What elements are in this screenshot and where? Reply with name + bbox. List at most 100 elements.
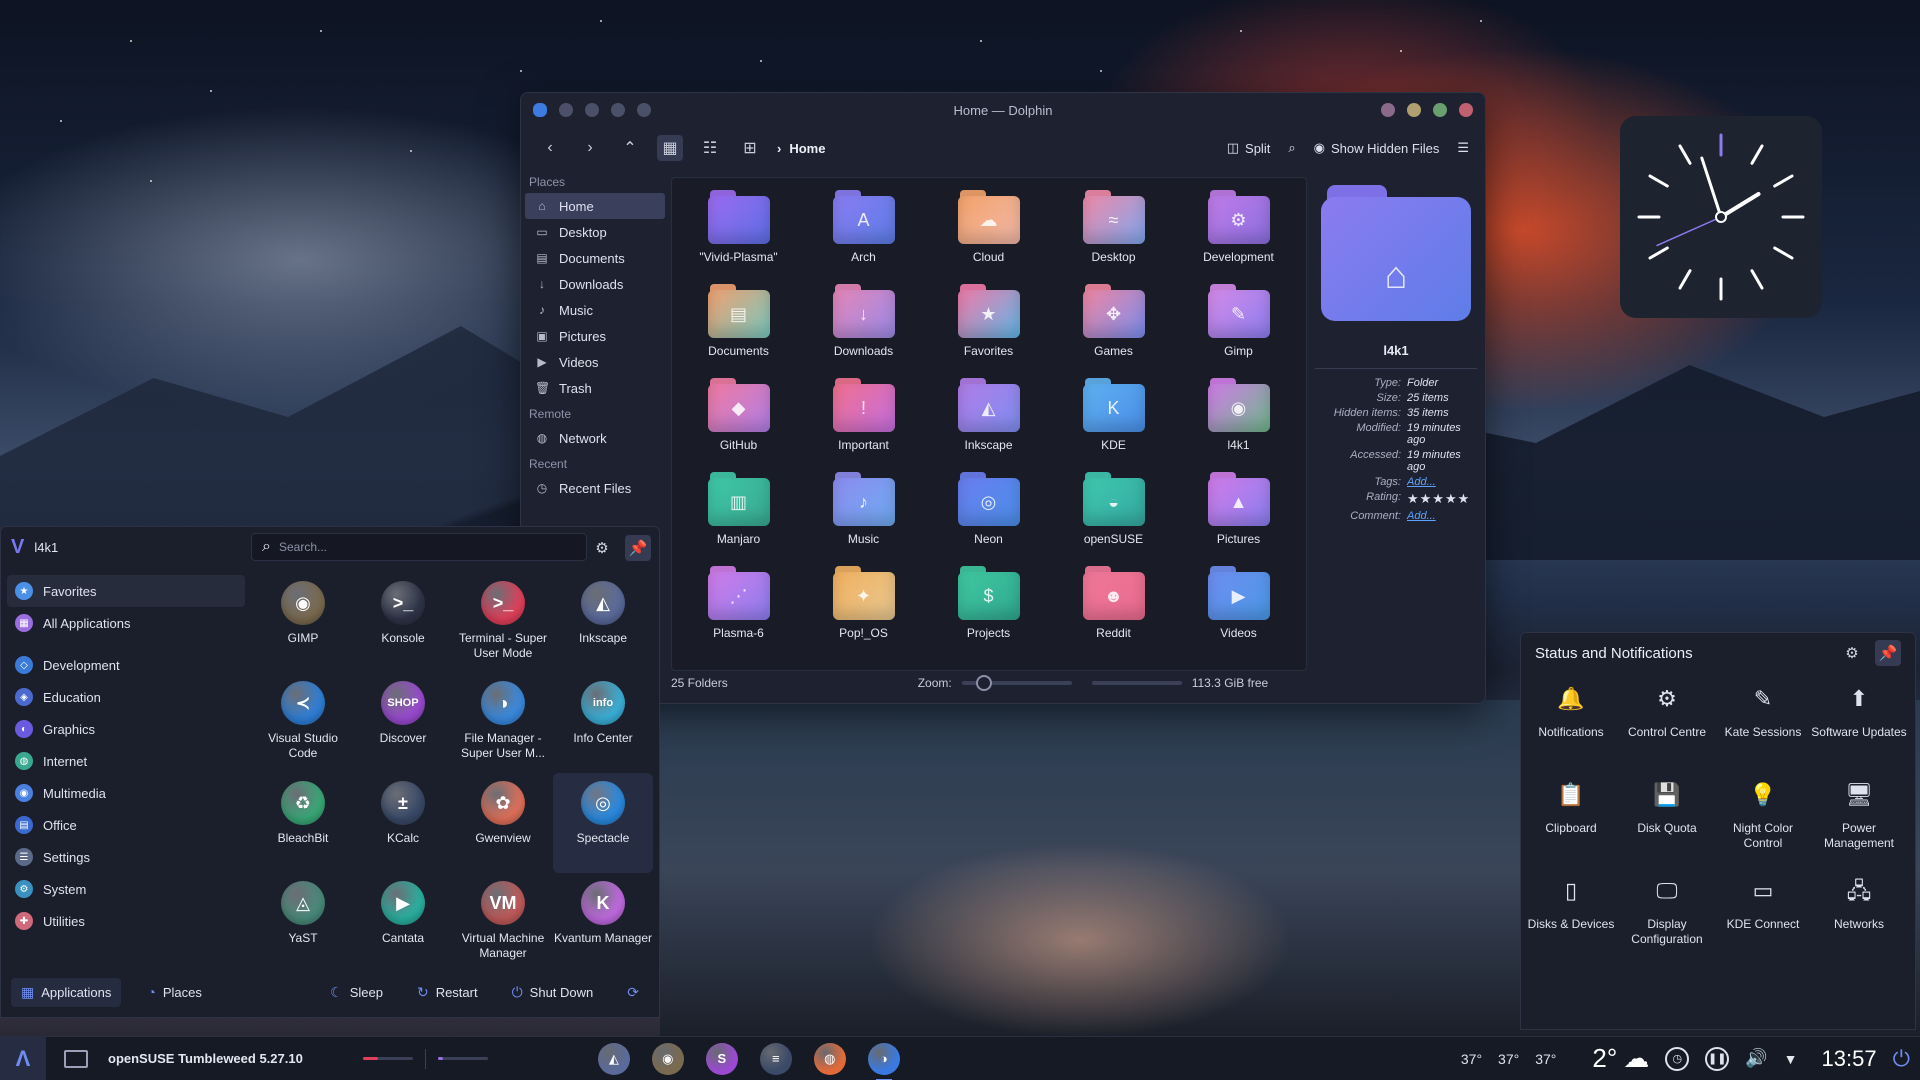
zoom-slider[interactable] [961,675,1072,691]
pin-icon[interactable]: 📌 [1875,640,1901,666]
folder-item[interactable]: K KDE [1051,378,1176,472]
tile-kate-sessions[interactable]: ✎ Kate Sessions [1715,683,1811,779]
folder-item[interactable]: ✥ Games [1051,284,1176,378]
details-view-icon[interactable]: ⊞ [737,135,763,161]
folder-item[interactable]: ▥ Manjaro [676,472,801,566]
hamburger-menu-icon[interactable]: ☰ [1457,140,1469,156]
place-trash[interactable]: 🗑 Trash [525,375,665,401]
category-multimedia[interactable]: ◉ Multimedia [7,777,245,809]
folder-item[interactable]: ◆ GitHub [676,378,801,472]
launcher-button-icon[interactable]: Ʌ [0,1036,46,1080]
file-view[interactable]: "Vivid-Plasma" A Arch ☁ Cloud ≈ Desktop ⚙ Develo… [671,177,1307,671]
app-discover[interactable]: SHOP Discover [353,673,453,773]
task-firefox-icon[interactable]: ◍ [813,1042,846,1075]
app-gimp[interactable]: ◉ GIMP [253,573,353,673]
place-home[interactable]: ⌂ Home [525,193,665,219]
close-button[interactable] [1459,103,1473,117]
compact-view-icon[interactable]: ☷ [697,135,723,161]
folder-item[interactable]: ♪ Music [801,472,926,566]
category-system[interactable]: ⚙ System [7,873,245,905]
tile-night-color-control[interactable]: 💡 Night Color Control [1715,779,1811,875]
add-link[interactable]: Add... [1407,510,1477,522]
shutdown-button[interactable]: ⏻ Shut Down [502,978,604,1007]
breadcrumb-home[interactable]: Home [789,141,825,156]
category-utilities[interactable]: ✚ Utilities [7,905,245,937]
app-cantata[interactable]: ▶ Cantata [353,873,453,973]
minimize-button[interactable] [1407,103,1421,117]
category-office[interactable]: ▤ Office [7,809,245,841]
folder-item[interactable]: ☁ Cloud [926,190,1051,284]
folder-item[interactable]: ⋰ Plasma-6 [676,566,801,660]
app-bleachbit[interactable]: ♻ BleachBit [253,773,353,873]
forward-icon[interactable]: › [577,135,603,161]
folder-item[interactable]: ◎ Neon [926,472,1051,566]
task-inkscape-icon[interactable]: ◭ [597,1042,630,1075]
add-link[interactable]: Add... [1407,476,1477,488]
tile-networks[interactable]: 🖧 Networks [1811,875,1907,971]
window-dot-3[interactable] [611,103,625,117]
app-gwenview[interactable]: ✿ Gwenview [453,773,553,873]
timer-icon[interactable]: ◷ [1665,1046,1690,1071]
show-hidden-button[interactable]: ◉ Show Hidden Files [1314,140,1440,156]
folder-item[interactable]: ✎ Gimp [1176,284,1301,378]
icons-view-icon[interactable]: ▦ [657,135,683,161]
task-discover-icon[interactable]: S [705,1042,738,1075]
tile-software-updates[interactable]: ⬆ Software Updates [1811,683,1907,779]
folder-item[interactable]: "Vivid-Plasma" [676,190,801,284]
leave-more-button[interactable]: ⟳ [617,978,649,1007]
rating-stars[interactable]: ★★★★★ [1407,491,1477,507]
category-settings[interactable]: ☰ Settings [7,841,245,873]
tile-display-configuration[interactable]: 🖵 Display Configuration [1619,875,1715,971]
places-tab[interactable]: ◔ Places [137,978,212,1006]
folder-item[interactable]: ▤ Documents [676,284,801,378]
configure-gear-icon[interactable]: ⚙ [1839,640,1865,666]
category-favorites[interactable]: ★ Favorites [7,575,245,607]
title-bar[interactable]: Home — Dolphin [521,93,1485,127]
search-input[interactable] [278,540,559,554]
app-virtual-machine-manager[interactable]: VM Virtual Machine Manager [453,873,553,973]
place-pictures[interactable]: ▣ Pictures [525,323,665,349]
place-desktop[interactable]: ▭ Desktop [525,219,665,245]
app-file-manager-super-user-m[interactable]: ◑ File Manager - Super User M... [453,673,553,773]
back-icon[interactable]: ‹ [537,135,563,161]
sleep-button[interactable]: ☾ Sleep [320,978,393,1007]
task-settings-icon[interactable]: ≡ [759,1042,792,1075]
task-dolphin-icon[interactable]: ◑ [867,1042,900,1080]
window-dot-4[interactable] [637,103,651,117]
tile-notifications[interactable]: 🔔 Notifications [1523,683,1619,779]
place-music[interactable]: ♪ Music [525,297,665,323]
zoom-slider-knob[interactable] [975,675,992,691]
breadcrumb[interactable]: › Home [777,141,825,156]
folder-item[interactable]: ▶ Videos [1176,566,1301,660]
category-education[interactable]: ◈ Education [7,681,245,713]
folder-item[interactable]: ▲ Pictures [1176,472,1301,566]
media-pause-icon[interactable]: ❚❚ [1705,1046,1730,1071]
folder-item[interactable]: ☻ Reddit [1051,566,1176,660]
analog-clock-widget[interactable] [1620,116,1822,318]
app-spectacle[interactable]: ◎ Spectacle [553,773,653,873]
place-network[interactable]: ◍ Network [525,425,665,451]
pin-icon[interactable]: 📌 [625,535,651,561]
folder-item[interactable]: ◒ openSUSE [1051,472,1176,566]
window-dot-1[interactable] [559,103,573,117]
tile-disk-quota[interactable]: 💾 Disk Quota [1619,779,1715,875]
tile-disks-devices[interactable]: ▯ Disks & Devices [1523,875,1619,971]
task-gimp-icon[interactable]: ◉ [651,1042,684,1075]
app-yast[interactable]: ◬ YaST [253,873,353,973]
app-menu-icon[interactable] [533,103,547,117]
virtual-desktop-pager[interactable] [64,1049,88,1068]
folder-item[interactable]: A Arch [801,190,926,284]
app-kvantum-manager[interactable]: K Kvantum Manager [553,873,653,973]
power-icon[interactable]: ⏻ [1893,1046,1910,1072]
app-info-center[interactable]: info Info Center [553,673,653,773]
volume-icon[interactable]: 🔊 [1745,1048,1767,1069]
folder-item[interactable]: ◭ Inkscape [926,378,1051,472]
search-box[interactable]: ⌕ [251,533,587,561]
app-konsole[interactable]: >_ Konsole [353,573,453,673]
place-videos[interactable]: ▶ Videos [525,349,665,375]
place-recent-files[interactable]: ◷ Recent Files [525,475,665,501]
tile-kde-connect[interactable]: ▭ KDE Connect [1715,875,1811,971]
up-icon[interactable]: ⌃ [617,135,643,161]
category-internet[interactable]: ◍ Internet [7,745,245,777]
folder-item[interactable]: ◉ l4k1 [1176,378,1301,472]
